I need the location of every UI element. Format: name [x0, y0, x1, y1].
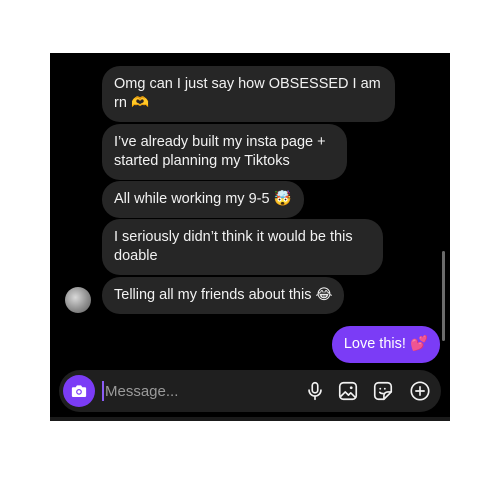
gallery-button[interactable]	[337, 380, 359, 402]
message-bubble-sent[interactable]: Love this! 💕	[331, 326, 440, 363]
hands-heart-emoji: 🫶	[130, 95, 149, 111]
sticker-icon	[373, 381, 393, 401]
message-bubble-received[interactable]: All while working my 9-5 🤯	[102, 181, 304, 218]
avatar[interactable]	[65, 287, 91, 313]
laughing-emoji: 😂	[315, 287, 333, 303]
gallery-icon	[338, 381, 358, 401]
message-input[interactable]	[105, 377, 285, 405]
message-text: All while working my 9-5	[114, 191, 270, 207]
message-text: I seriously didn’t think it would be thi…	[114, 229, 353, 264]
mind-blown-emoji: 🤯	[273, 191, 292, 207]
message-bubble-received[interactable]: Telling all my friends about this 😂	[102, 277, 345, 314]
message-bubble-received[interactable]: I’ve already built my insta page + start…	[102, 124, 347, 180]
camera-button[interactable]	[63, 375, 95, 407]
camera-icon	[71, 385, 87, 397]
bottom-divider	[50, 417, 450, 421]
microphone-icon	[308, 381, 322, 401]
message-bubble-received[interactable]: I seriously didn’t think it would be thi…	[102, 219, 383, 275]
scrollbar[interactable]	[442, 251, 445, 341]
message-text: Love this!	[343, 336, 406, 352]
message-text: Omg can I just say how OBSESSED I am rn	[114, 76, 381, 111]
message-text: Telling all my friends about this	[114, 287, 312, 303]
message-text: I’ve already built my insta page + start…	[114, 134, 326, 169]
two-hearts-emoji: 💕	[409, 336, 428, 352]
text-caret	[102, 381, 104, 401]
message-bubble-received[interactable]: Omg can I just say how OBSESSED I am rn …	[102, 66, 395, 122]
chat-screen: Omg can I just say how OBSESSED I am rn …	[50, 53, 450, 421]
sticker-button[interactable]	[372, 380, 394, 402]
add-button[interactable]	[409, 380, 431, 402]
add-icon	[410, 381, 430, 401]
message-composer	[59, 370, 441, 412]
microphone-button[interactable]	[304, 380, 326, 402]
